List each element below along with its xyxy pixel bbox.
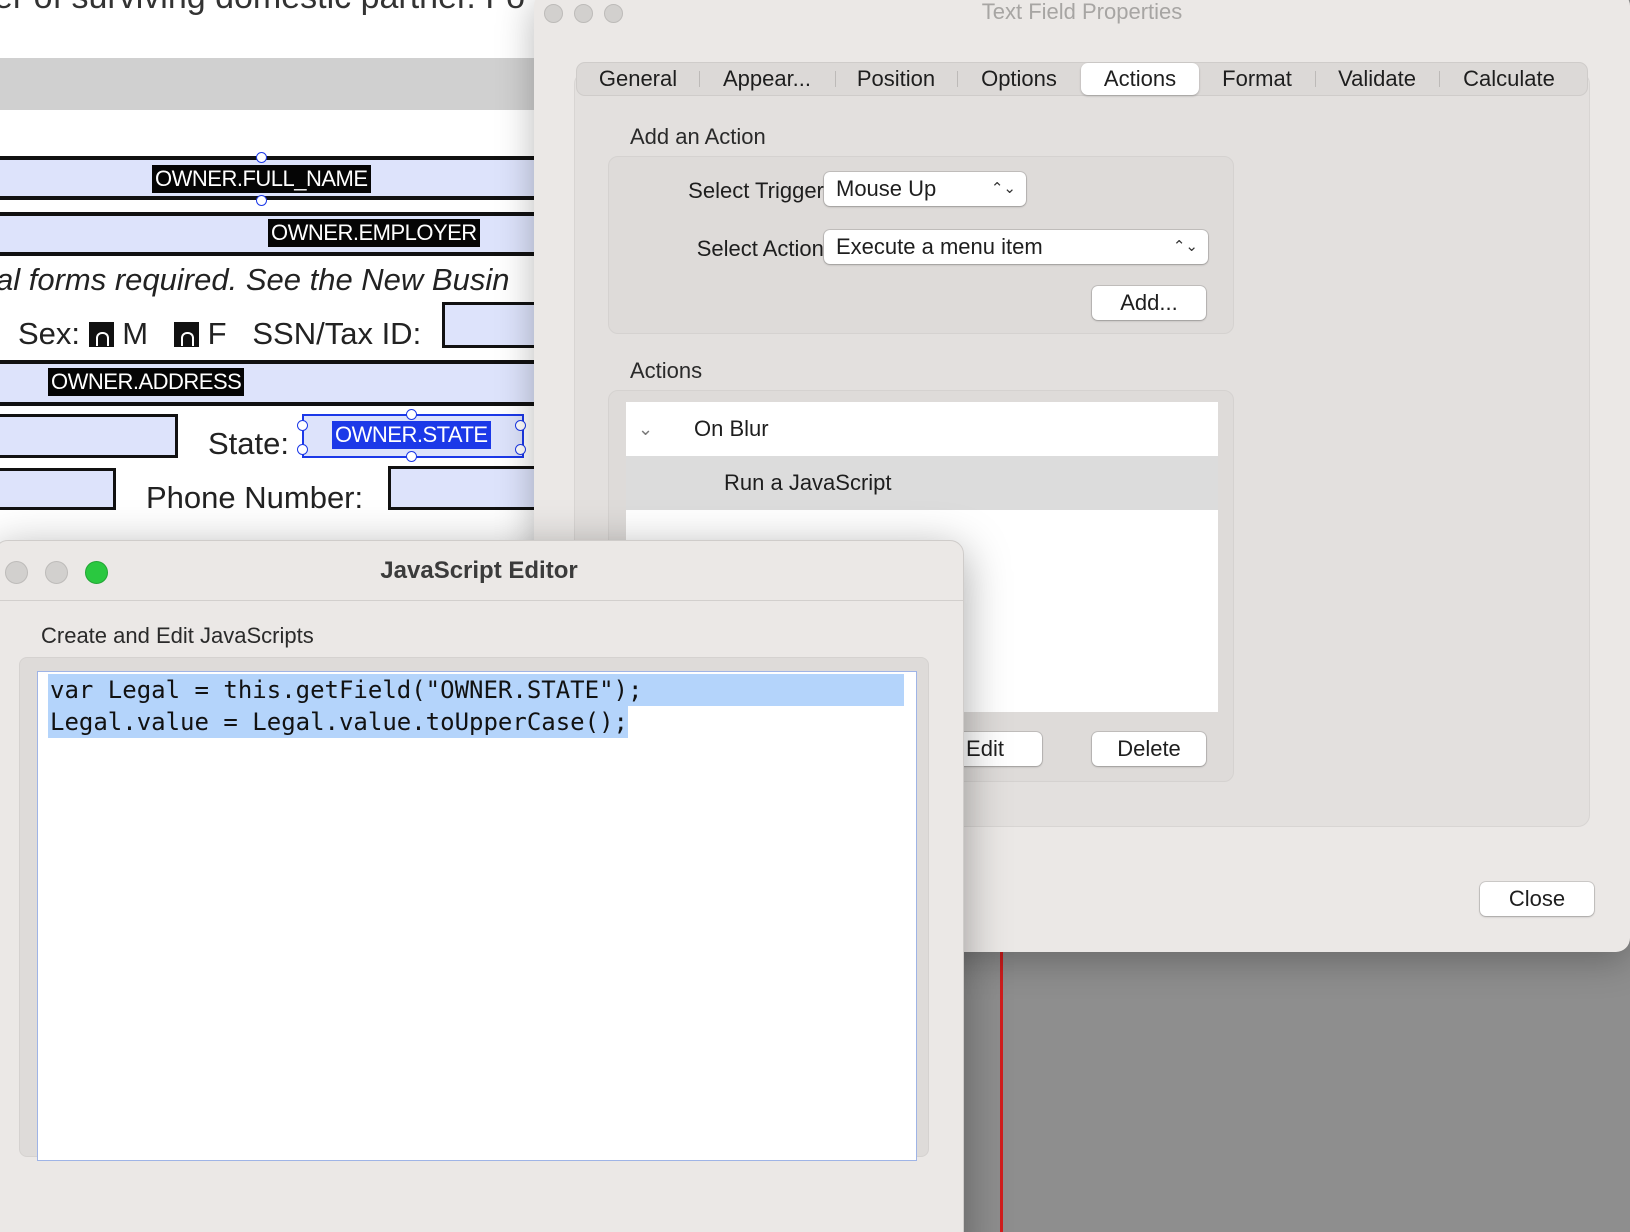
- document-text-line: er of surviving domestic partner. Fo: [0, 0, 525, 17]
- sex-label-text: Sex:: [18, 316, 81, 351]
- add-button[interactable]: Add...: [1092, 286, 1206, 320]
- document-italic-note: al forms required. See the New Busin: [0, 262, 510, 297]
- javascript-editor-window: JavaScript Editor Create and Edit JavaSc…: [0, 540, 964, 1232]
- add-action-heading: Add an Action: [630, 124, 766, 149]
- tab-options[interactable]: Options: [957, 63, 1081, 95]
- phone-label: Phone Number:: [146, 480, 364, 515]
- ssn-label: SSN/Tax ID:: [252, 316, 422, 351]
- list-item-label: Run a JavaScript: [724, 470, 892, 495]
- resize-handle[interactable]: [406, 409, 417, 420]
- resize-handle[interactable]: [297, 444, 308, 455]
- select-trigger-popup[interactable]: Mouse Up ⌃⌄: [824, 172, 1026, 206]
- actions-heading: Actions: [630, 358, 703, 383]
- chevron-down-icon[interactable]: ⌄: [638, 402, 658, 456]
- document-grey-band: [0, 58, 540, 110]
- resize-handle[interactable]: [297, 420, 308, 431]
- tab-actions[interactable]: Actions: [1081, 63, 1199, 95]
- field-label-full-name[interactable]: OWNER.FULL_NAME: [152, 165, 371, 193]
- tab-validate[interactable]: Validate: [1315, 63, 1439, 95]
- field-label-address[interactable]: OWNER.ADDRESS: [48, 368, 245, 396]
- field-label-employer[interactable]: OWNER.EMPLOYER: [268, 219, 480, 247]
- tab-position[interactable]: Position: [835, 63, 957, 95]
- close-button[interactable]: Close: [1480, 882, 1594, 916]
- form-field-ssn[interactable]: [442, 302, 540, 348]
- tab-format[interactable]: Format: [1199, 63, 1315, 95]
- select-action-popup[interactable]: Execute a menu item ⌃⌄: [824, 230, 1208, 264]
- delete-button[interactable]: Delete: [1092, 732, 1206, 766]
- trigger-value: Mouse Up: [836, 176, 937, 201]
- dialog-title: Text Field Properties: [981, 0, 1183, 24]
- state-label: State:: [208, 426, 289, 461]
- resize-handle[interactable]: [256, 195, 267, 206]
- tab-general[interactable]: General: [577, 63, 699, 95]
- male-label: M: [122, 316, 149, 351]
- updown-chevron-icon: ⌃⌄: [990, 180, 1016, 197]
- list-item-run-javascript[interactable]: Run a JavaScript: [626, 456, 1218, 510]
- code-line-1: var Legal = this.getField("OWNER.STATE")…: [48, 674, 904, 706]
- tab-calculate[interactable]: Calculate: [1439, 63, 1579, 95]
- resize-handle[interactable]: [515, 444, 526, 455]
- list-item-label: On Blur: [694, 416, 769, 441]
- checkbox-female[interactable]: [173, 322, 199, 347]
- resize-handle[interactable]: [406, 451, 417, 462]
- code-line-2: Legal.value = Legal.value.toUpperCase();: [48, 706, 628, 738]
- resize-handle[interactable]: [256, 152, 267, 163]
- select-trigger-label: Select Trigger:: [688, 178, 830, 203]
- list-item-on-blur[interactable]: ⌄ On Blur: [626, 402, 1218, 456]
- editor-subtitle: Create and Edit JavaScripts: [41, 623, 314, 648]
- javascript-code-textarea[interactable]: var Legal = this.getField("OWNER.STATE")…: [37, 671, 917, 1161]
- female-label: F: [207, 316, 227, 351]
- field-label-state[interactable]: OWNER.STATE: [332, 421, 491, 449]
- page-edge-line: [1000, 950, 1003, 1232]
- form-field-phone[interactable]: [388, 466, 540, 510]
- tab-appearance[interactable]: Appear...: [699, 63, 835, 95]
- form-field-zip[interactable]: [0, 468, 116, 510]
- tab-bar: General Appear... Position Options Actio…: [576, 62, 1588, 96]
- form-field-city[interactable]: [0, 414, 178, 458]
- action-value: Execute a menu item: [836, 234, 1043, 259]
- editor-title: JavaScript Editor: [380, 557, 578, 584]
- sex-label: Sex: M F SSN/Tax ID:: [18, 316, 421, 352]
- select-action-label: Select Action:: [696, 236, 830, 261]
- editor-titlebar[interactable]: JavaScript Editor: [0, 541, 963, 601]
- pdf-document-page: er of surviving domestic partner. Fo OWN…: [0, 0, 540, 560]
- checkbox-male[interactable]: [88, 322, 114, 347]
- resize-handle[interactable]: [515, 420, 526, 431]
- updown-chevron-icon: ⌃⌄: [1172, 238, 1198, 255]
